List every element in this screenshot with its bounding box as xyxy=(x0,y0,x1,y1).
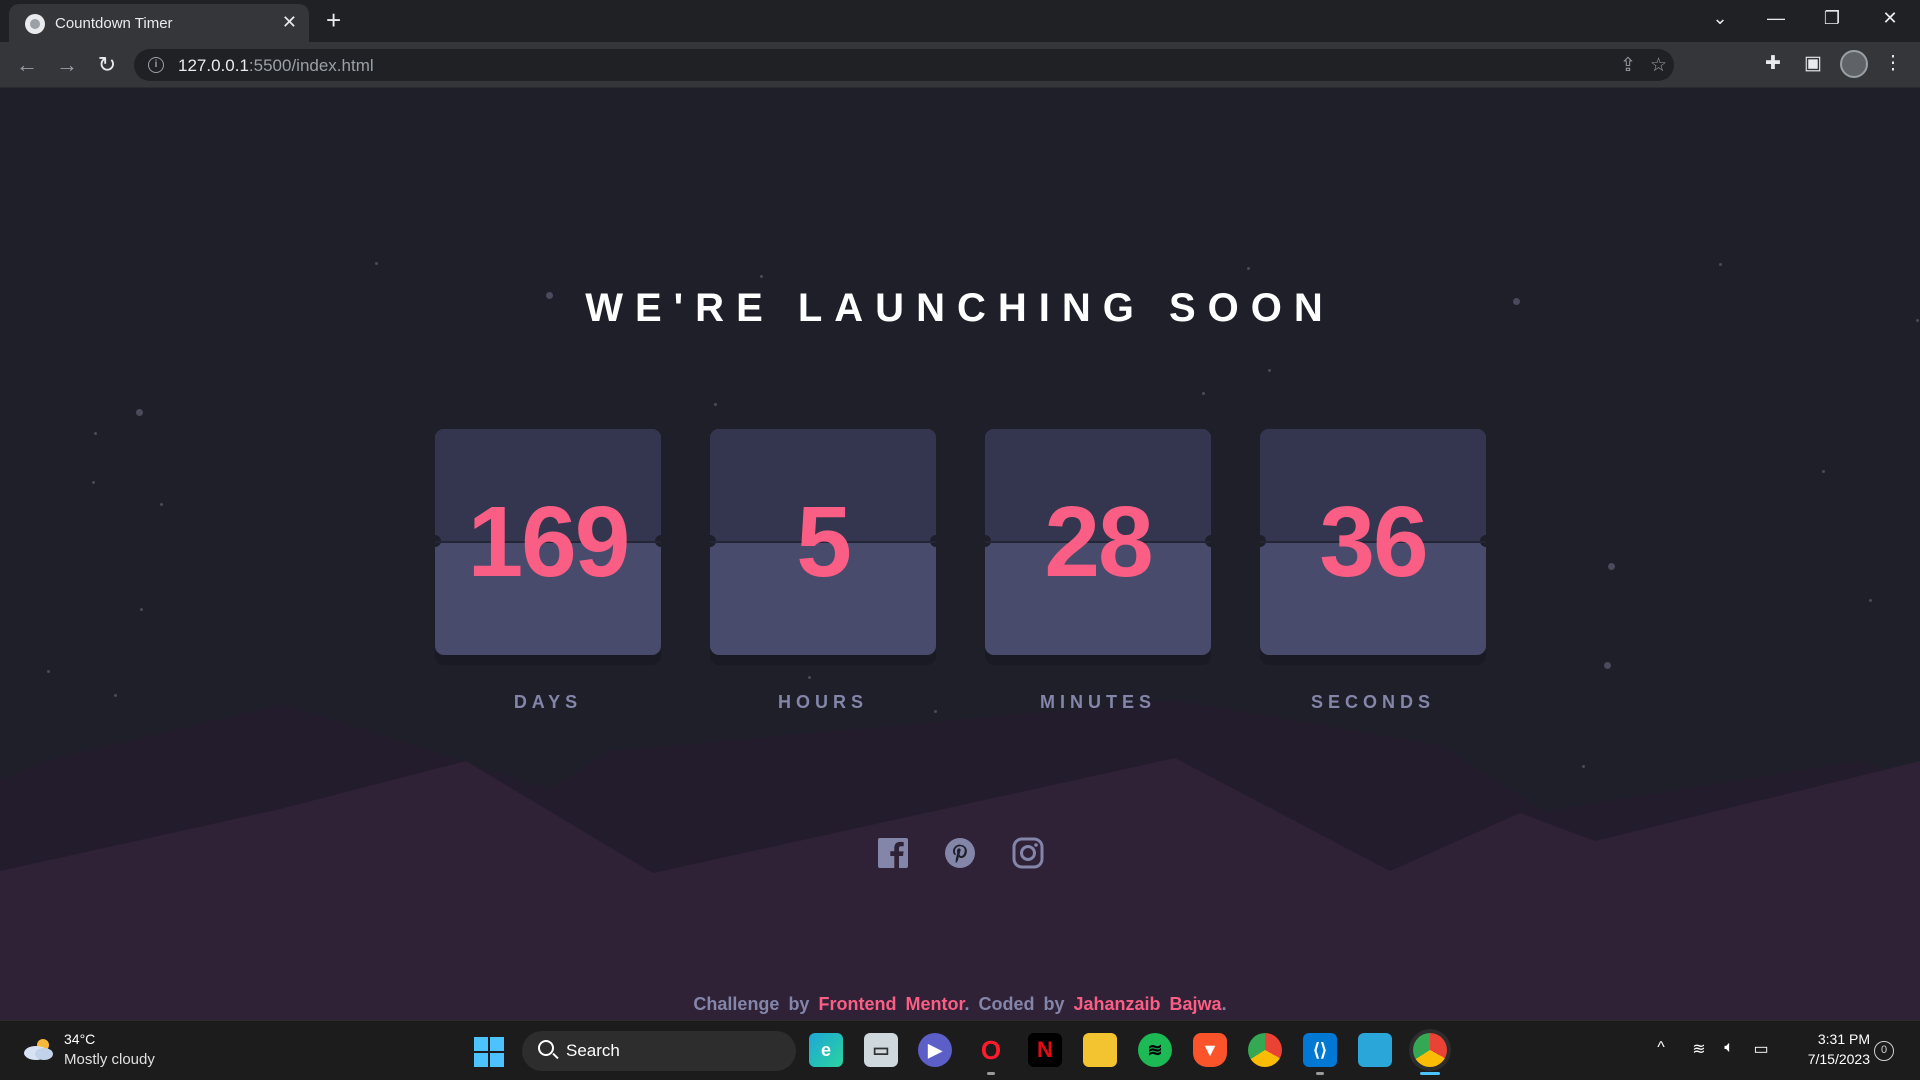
menu-kebab-icon[interactable]: ⋮ xyxy=(1880,52,1906,75)
remote-desktop-icon[interactable] xyxy=(1358,1033,1392,1067)
attribution-footer: Challenge by Frontend Mentor. Coded by J… xyxy=(0,994,1920,1015)
days-label: DAYS xyxy=(513,692,583,712)
minutes-label: MINUTES xyxy=(1040,692,1156,712)
search-icon xyxy=(538,1040,554,1056)
minimize-icon[interactable]: — xyxy=(1756,6,1796,30)
new-tab-button[interactable]: + xyxy=(326,6,341,34)
running-indicator xyxy=(1316,1072,1324,1075)
flip-card: 28 xyxy=(985,429,1211,655)
reload-icon[interactable]: ↻ xyxy=(92,50,122,80)
chrome-canary-icon[interactable] xyxy=(1413,1033,1447,1067)
url-path: :5500/index.html xyxy=(248,56,374,75)
edge-beta-icon[interactable]: e xyxy=(809,1033,843,1067)
windows-start-icon[interactable] xyxy=(474,1037,504,1067)
page-viewport: WE'RE LAUNCHING SOON 169 DAYS 5 HOURS 28 xyxy=(0,89,1920,1020)
wifi-icon[interactable]: ≋ xyxy=(1688,1039,1710,1059)
netflix-icon[interactable]: N xyxy=(1028,1033,1062,1067)
tab-favicon-icon xyxy=(25,14,45,34)
page-headline: WE'RE LAUNCHING SOON xyxy=(585,286,1335,330)
attribution-suffix: . xyxy=(1221,994,1227,1014)
window-close-icon[interactable]: ✕ xyxy=(1870,6,1910,30)
active-indicator xyxy=(1420,1072,1440,1075)
flip-card: 169 xyxy=(435,429,661,655)
running-indicator xyxy=(987,1072,995,1075)
file-explorer-icon[interactable] xyxy=(1083,1033,1117,1067)
chevron-up-icon[interactable]: ^ xyxy=(1650,1039,1672,1057)
forward-icon[interactable]: → xyxy=(52,50,82,80)
seconds-value: 36 xyxy=(1319,486,1428,598)
hours-value: 5 xyxy=(796,486,852,598)
start-tile xyxy=(490,1037,504,1051)
browser-toolbar: ← → ↻ i 127.0.0.1:5500/index.html ⇪ ☆ ✚ … xyxy=(0,42,1920,88)
author-link[interactable]: Jahanzaib Bajwa xyxy=(1074,994,1222,1014)
site-info-icon[interactable]: i xyxy=(148,57,164,73)
opera-icon[interactable]: O xyxy=(974,1033,1008,1067)
task-view-icon[interactable]: ▭ xyxy=(864,1033,898,1067)
url-text[interactable]: 127.0.0.1:5500/index.html xyxy=(178,56,374,76)
start-tile xyxy=(490,1053,504,1067)
start-tile xyxy=(474,1037,488,1051)
partly-cloudy-weather-icon[interactable] xyxy=(22,1037,56,1061)
days-value: 169 xyxy=(467,486,631,598)
back-icon[interactable]: ← xyxy=(12,50,42,80)
restore-icon[interactable]: ❐ xyxy=(1812,6,1852,30)
address-bar[interactable]: i 127.0.0.1:5500/index.html ⇪ ☆ xyxy=(134,49,1674,81)
search-label: Search xyxy=(566,1041,620,1060)
windows-taskbar: 34°C Mostly cloudy Search e ▭ ▶ O N ≋ ▼ … xyxy=(0,1020,1920,1080)
extensions-icon[interactable]: ✚ xyxy=(1760,52,1786,75)
teams-icon[interactable]: ▶ xyxy=(918,1033,952,1067)
profile-avatar[interactable] xyxy=(1840,50,1868,78)
pinterest-icon[interactable] xyxy=(944,837,976,869)
facebook-icon[interactable] xyxy=(877,837,909,869)
url-host: 127.0.0.1 xyxy=(178,56,249,75)
instagram-icon[interactable] xyxy=(1012,837,1044,869)
tab-close-icon[interactable]: ✕ xyxy=(282,12,297,32)
side-panel-icon[interactable]: ▣ xyxy=(1800,52,1826,75)
brave-icon[interactable]: ▼ xyxy=(1193,1033,1227,1067)
countdown-hours: 5 HOURS xyxy=(710,429,936,712)
weather-description[interactable]: Mostly cloudy xyxy=(64,1051,155,1068)
minutes-value: 28 xyxy=(1044,486,1153,598)
spotify-icon[interactable]: ≋ xyxy=(1138,1033,1172,1067)
chrome-icon[interactable] xyxy=(1248,1033,1282,1067)
taskbar-search[interactable]: Search xyxy=(522,1031,796,1071)
browser-tab[interactable]: Countdown Timer ✕ xyxy=(9,4,309,42)
countdown-days: 169 DAYS xyxy=(435,429,661,712)
tab-title: Countdown Timer xyxy=(55,15,173,32)
share-icon[interactable]: ⇪ xyxy=(1620,54,1636,77)
vscode-icon[interactable]: ⟨⟩ xyxy=(1303,1033,1337,1067)
notification-badge[interactable]: 0 xyxy=(1874,1041,1894,1061)
browser-titlebar: Countdown Timer ✕ + ⌄ — ❐ ✕ xyxy=(0,0,1920,42)
flip-card: 5 xyxy=(710,429,936,655)
attribution-middle: . Coded by xyxy=(964,994,1065,1014)
clock-date[interactable]: 7/15/2023 xyxy=(1780,1051,1870,1067)
weather-temperature[interactable]: 34°C xyxy=(64,1031,95,1047)
countdown-minutes: 28 MINUTES xyxy=(985,429,1211,712)
start-tile xyxy=(474,1053,488,1067)
countdown-seconds: 36 SECONDS xyxy=(1260,429,1486,712)
hills-illustration xyxy=(0,700,1920,1020)
attribution-prefix: Challenge by xyxy=(693,994,810,1014)
bookmark-star-icon[interactable]: ☆ xyxy=(1650,54,1667,77)
volume-icon[interactable]: 🔈︎ xyxy=(1718,1039,1740,1057)
hours-label: HOURS xyxy=(777,692,868,712)
frontend-mentor-link[interactable]: Frontend Mentor xyxy=(818,994,964,1014)
tab-search-icon[interactable]: ⌄ xyxy=(1700,6,1740,30)
clock-time[interactable]: 3:31 PM xyxy=(1790,1031,1870,1047)
social-links xyxy=(0,837,1920,873)
battery-icon[interactable]: ▭ xyxy=(1750,1039,1772,1059)
seconds-label: SECONDS xyxy=(1310,692,1435,712)
flip-card: 36 xyxy=(1260,429,1486,655)
